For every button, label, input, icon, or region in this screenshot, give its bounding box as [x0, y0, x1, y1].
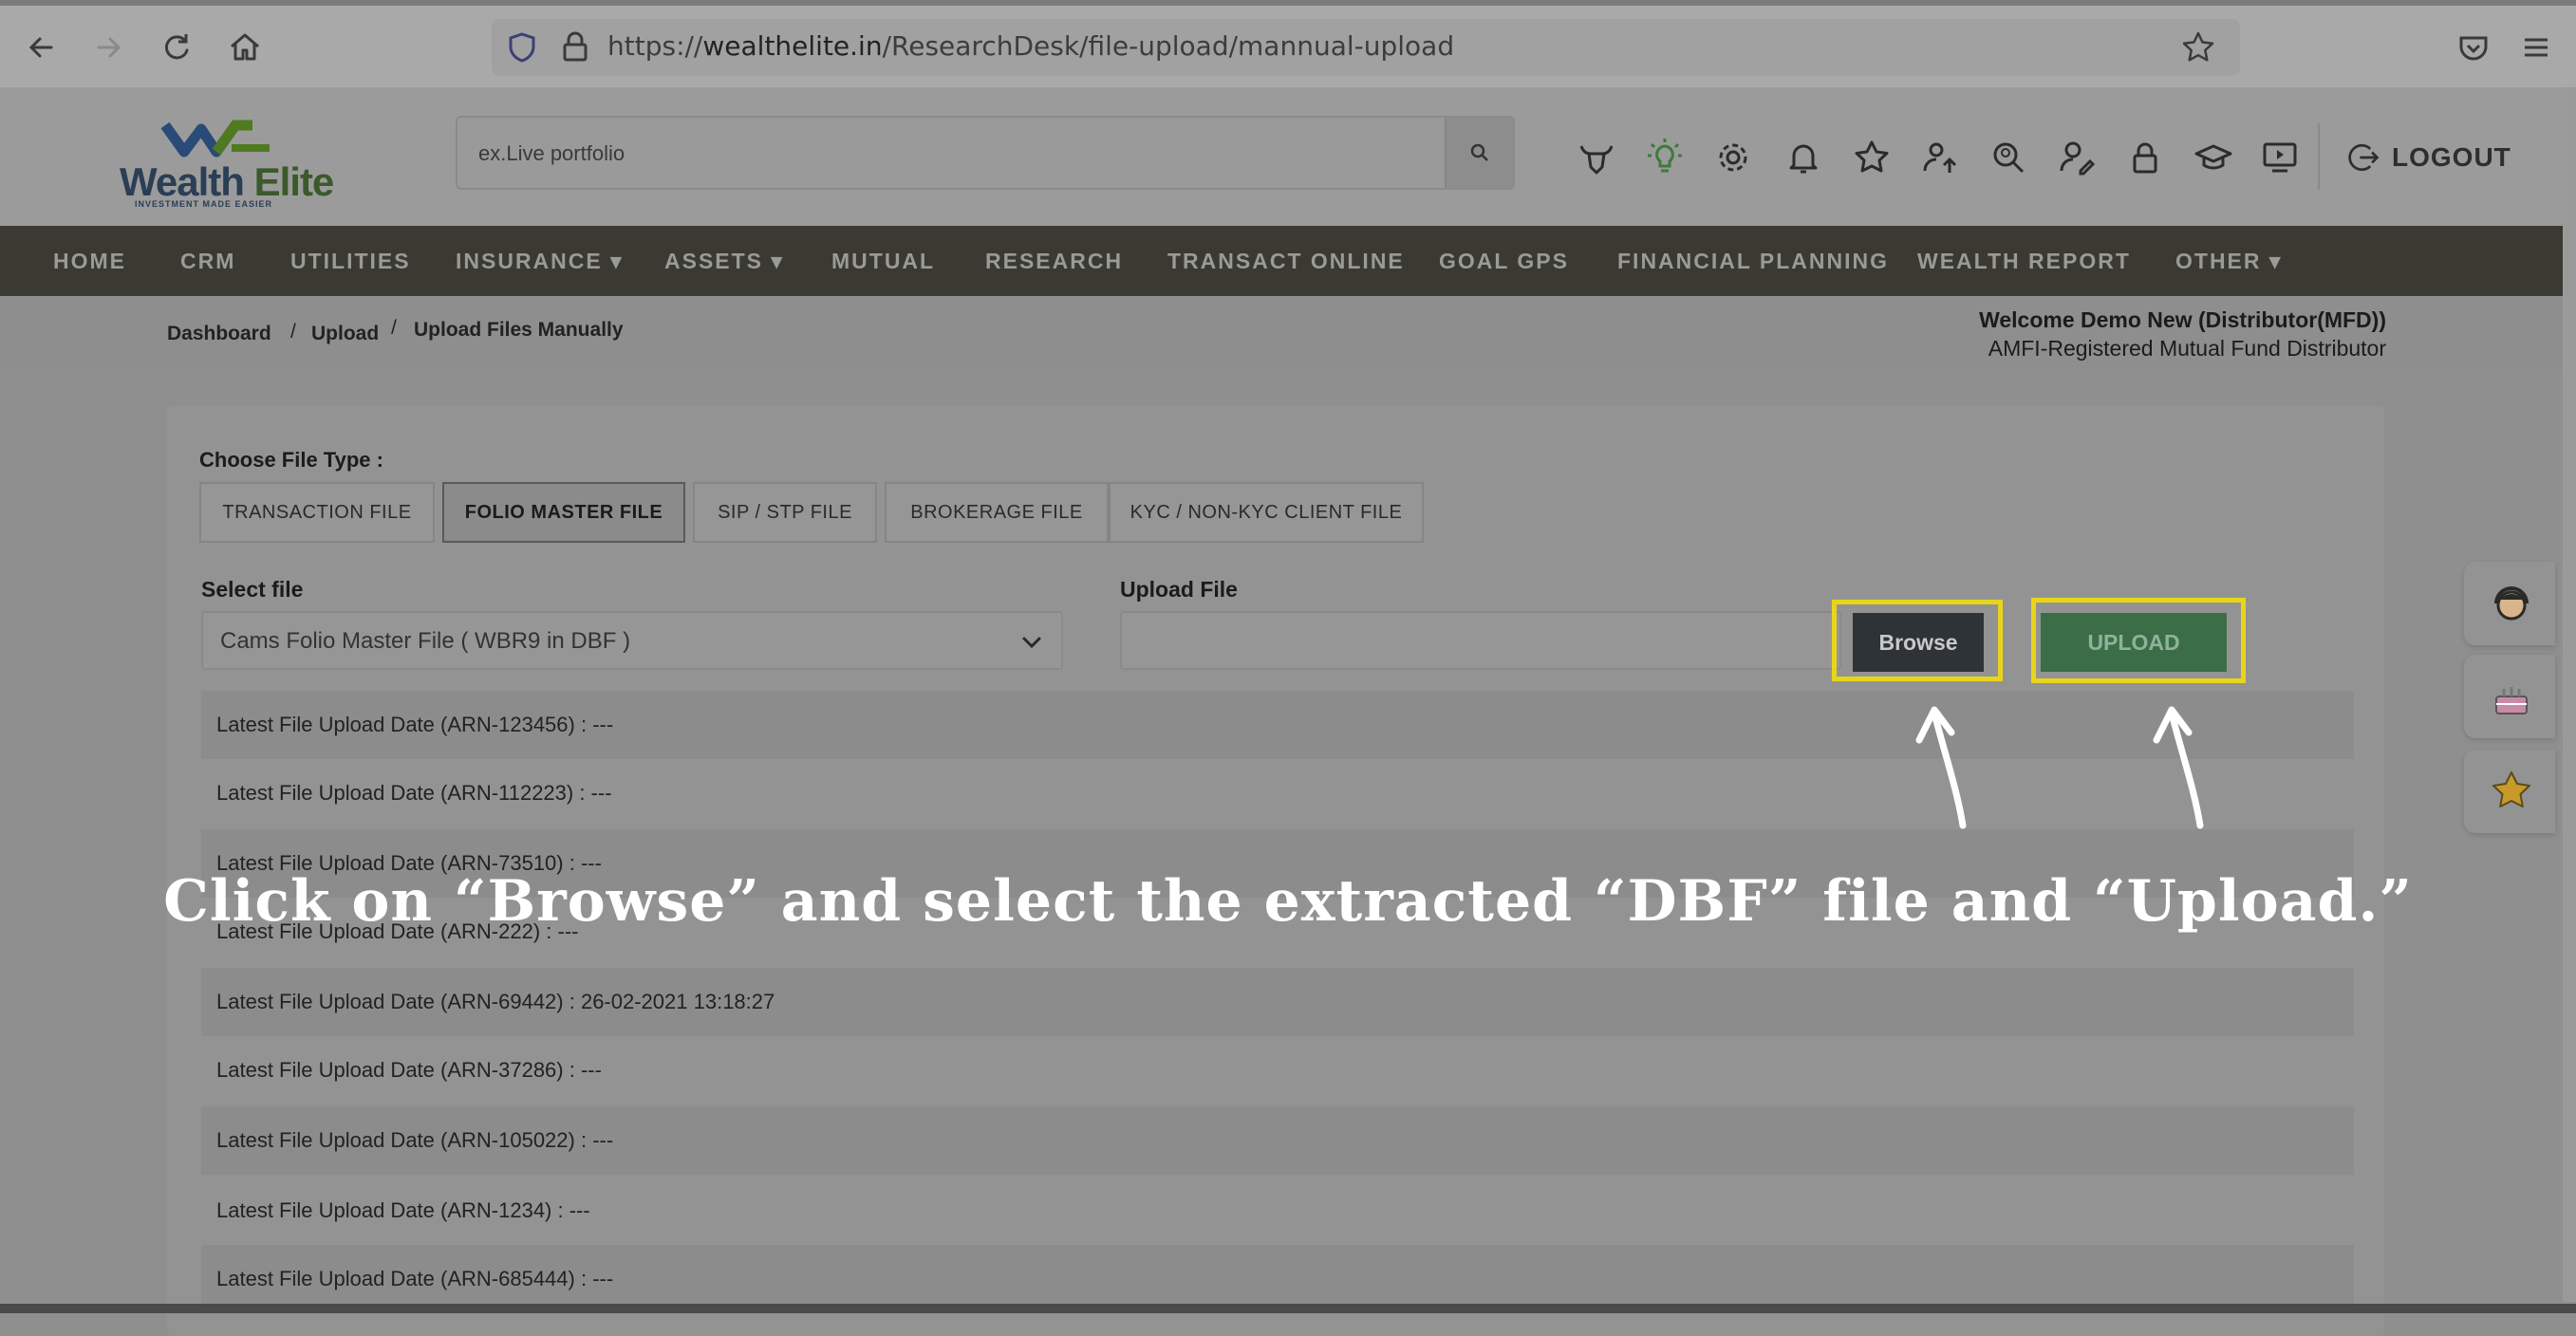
favorite-widget[interactable] — [2464, 750, 2555, 833]
upload-row: Latest File Upload Date (ARN-123456) : -… — [201, 691, 2354, 759]
upload-button[interactable]: UPLOAD — [2041, 613, 2227, 672]
arrow-up-icon — [2153, 706, 2204, 829]
search-icon — [1470, 143, 1488, 161]
taskbar-edge — [0, 1304, 2576, 1313]
lightbulb-icon[interactable] — [1644, 137, 1686, 178]
nav-crm[interactable]: CRM — [180, 226, 235, 296]
birthday-cake-icon — [2495, 687, 2528, 714]
window-top-edge — [0, 0, 2576, 6]
tab-transaction-file[interactable]: TRANSACTION FILE — [199, 482, 435, 543]
breadcrumb-separator: / — [290, 321, 296, 343]
nav-wealth-report[interactable]: WEALTH REPORT — [1917, 226, 2131, 296]
welcome-name: Welcome Demo New (Distributor(MFD)) — [1979, 307, 2386, 332]
search-input[interactable] — [476, 118, 1429, 190]
home-icon[interactable] — [224, 27, 266, 68]
select-file-label: Select file — [201, 577, 304, 602]
main-nav: HOME CRM UTILITIES INSURANCE ▾ ASSETS ▾ … — [0, 226, 2576, 296]
breadcrumb-separator: / — [391, 317, 397, 339]
forward-arrow-icon[interactable] — [87, 27, 129, 68]
nav-utilities[interactable]: UTILITIES — [290, 226, 411, 296]
tab-sip-stp-file[interactable]: SIP / STP FILE — [693, 482, 877, 543]
instruction-caption: Click on “Browse” and select the extract… — [163, 868, 2413, 935]
search-button[interactable] — [1445, 118, 1513, 188]
nav-insurance[interactable]: INSURANCE ▾ — [456, 226, 624, 296]
arrow-up-icon — [1915, 706, 1967, 829]
bell-icon[interactable] — [1783, 137, 1824, 178]
breadcrumb-current: Upload Files Manually — [414, 319, 624, 341]
browse-button[interactable]: Browse — [1853, 613, 1984, 672]
user-transfer-icon[interactable] — [1919, 137, 1961, 178]
upload-row: Latest File Upload Date (ARN-1234) : --- — [201, 1177, 2354, 1245]
nav-transact-online[interactable]: TRANSACT ONLINE — [1167, 226, 1405, 296]
support-widget[interactable] — [2464, 562, 2555, 645]
user-edit-icon[interactable] — [2056, 137, 2098, 178]
file-select-dropdown[interactable]: Cams Folio Master File ( WBR9 in DBF ) — [201, 611, 1063, 670]
birthday-widget[interactable] — [2464, 655, 2555, 738]
reload-icon[interactable] — [156, 27, 197, 68]
nav-financial-planning[interactable]: FINANCIAL PLANNING — [1617, 226, 1889, 296]
nav-research[interactable]: RESEARCH — [985, 226, 1123, 296]
nav-assets[interactable]: ASSETS ▾ — [664, 226, 784, 296]
upload-file-label: Upload File — [1120, 577, 1238, 602]
gear-icon[interactable] — [1712, 137, 1754, 178]
upload-row: Latest File Upload Date (ARN-37286) : --… — [201, 1036, 2354, 1104]
bookmark-star-icon[interactable] — [2177, 27, 2219, 68]
header-divider — [2318, 123, 2320, 190]
logout-icon — [2348, 143, 2380, 172]
url-text[interactable]: https://wealthelite.in/ResearchDesk/file… — [607, 30, 1454, 62]
file-select-value: Cams Folio Master File ( WBR9 in DBF ) — [220, 628, 631, 654]
video-monitor-icon[interactable] — [2259, 137, 2301, 178]
shield-icon[interactable] — [501, 27, 543, 68]
logout-button[interactable]: LOGOUT — [2344, 137, 2511, 178]
star-icon — [2492, 771, 2530, 807]
graduation-cap-icon[interactable] — [2193, 137, 2234, 178]
support-agent-icon — [2494, 586, 2529, 621]
padlock-icon[interactable] — [2124, 137, 2166, 178]
lock-icon[interactable] — [554, 27, 596, 68]
tab-brokerage-file[interactable]: BROKERAGE FILE — [885, 482, 1109, 543]
upload-row: Latest File Upload Date (ARN-105022) : -… — [201, 1106, 2354, 1175]
chevron-down-icon — [1022, 637, 1041, 649]
search-user-icon[interactable] — [1988, 137, 2029, 178]
choose-file-type-label: Choose File Type : — [199, 448, 383, 472]
logo-tagline: INVESTMENT MADE EASIER — [135, 199, 273, 209]
search-box — [456, 116, 1515, 190]
nav-mutual[interactable]: MUTUAL — [831, 226, 935, 296]
file-path-input[interactable] — [1120, 611, 1841, 670]
page-scrollbar[interactable] — [2563, 87, 2576, 1302]
logo-text[interactable]: Wealth Elite — [120, 159, 334, 205]
breadcrumb-dashboard[interactable]: Dashboard — [167, 323, 271, 345]
logout-label: LOGOUT — [2392, 142, 2511, 172]
nav-goal-gps[interactable]: GOAL GPS — [1439, 226, 1569, 296]
nav-other[interactable]: OTHER ▾ — [2175, 226, 2282, 296]
menu-icon[interactable] — [2515, 27, 2557, 68]
back-arrow-icon[interactable] — [21, 27, 63, 68]
breadcrumb-upload[interactable]: Upload — [311, 323, 379, 345]
tab-kyc-client-file[interactable]: KYC / NON-KYC CLIENT FILE — [1109, 482, 1424, 543]
bull-icon[interactable] — [1576, 137, 1617, 178]
star-icon[interactable] — [1851, 137, 1893, 178]
upload-row: Latest File Upload Date (ARN-69442) : 26… — [201, 968, 2354, 1036]
pocket-icon[interactable] — [2453, 27, 2494, 68]
nav-home[interactable]: HOME — [53, 226, 126, 296]
upload-row: Latest File Upload Date (ARN-112223) : -… — [201, 759, 2354, 827]
tab-folio-master-file[interactable]: FOLIO MASTER FILE — [442, 482, 685, 543]
welcome-role: AMFI-Registered Mutual Fund Distributor — [1988, 336, 2386, 361]
